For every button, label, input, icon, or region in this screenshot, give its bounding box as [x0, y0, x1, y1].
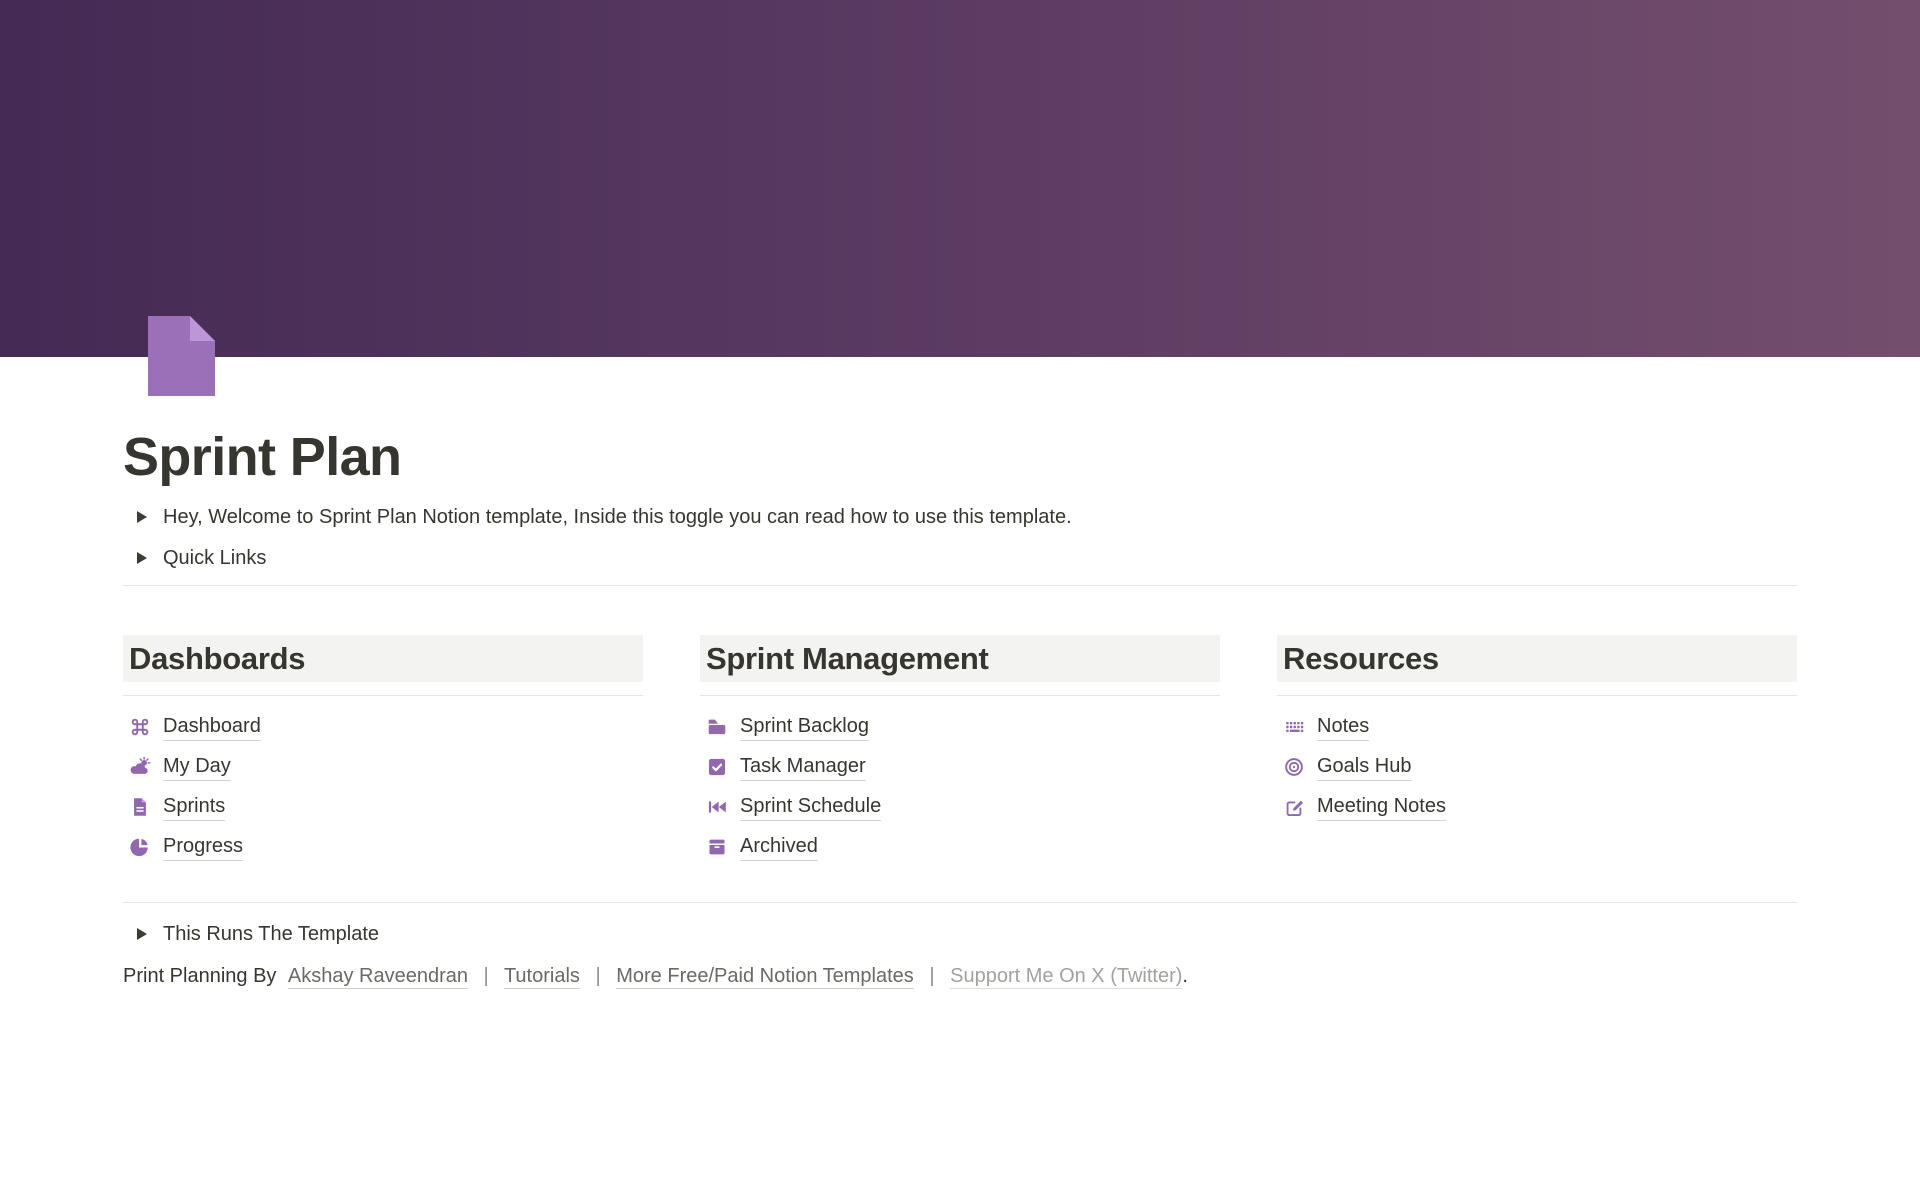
page-link-label: My Day	[163, 753, 231, 781]
footer-separator: |	[929, 965, 934, 987]
page-link-task-manager[interactable]: Task Manager	[700, 752, 1220, 782]
toggle-triangle-icon	[137, 511, 147, 523]
archive-icon	[706, 836, 728, 858]
toggle-runs-template-label: This Runs The Template	[163, 920, 379, 948]
rewind-icon	[706, 796, 728, 818]
column-dashboards: Dashboards Dashboard	[123, 635, 643, 872]
divider	[700, 695, 1220, 696]
folder-icon	[706, 716, 728, 738]
footer-link-templates[interactable]: More Free/Paid Notion Templates	[616, 965, 914, 989]
divider	[123, 695, 643, 696]
footer-suffix: .	[1182, 965, 1188, 987]
page-link-label: Progress	[163, 833, 243, 861]
notion-page: Sprint Plan Hey, Welcome to Sprint Plan …	[0, 0, 1920, 1199]
section-header-resources: Resources	[1277, 635, 1797, 682]
page-link-dashboard[interactable]: Dashboard	[123, 712, 643, 742]
toggle-welcome-label: Hey, Welcome to Sprint Plan Notion templ…	[163, 503, 1072, 531]
footer-separator: |	[484, 965, 489, 987]
page-title: Sprint Plan	[123, 357, 1797, 489]
page-link-label: Sprint Backlog	[740, 713, 869, 741]
page-content: Sprint Plan Hey, Welcome to Sprint Plan …	[0, 357, 1920, 1010]
command-icon	[129, 716, 151, 738]
divider	[123, 902, 1797, 903]
section-title: Dashboards	[129, 641, 305, 677]
page-link-label: Sprints	[163, 793, 225, 821]
toggle-runs-template[interactable]: This Runs The Template	[123, 920, 1797, 948]
footer-separator: |	[595, 965, 600, 987]
section-header-dashboards: Dashboards	[123, 635, 643, 682]
keyboard-icon	[1283, 716, 1305, 738]
page-link-label: Dashboard	[163, 713, 261, 741]
toggle-quick-links-label: Quick Links	[163, 544, 266, 572]
page-link-sprint-schedule[interactable]: Sprint Schedule	[700, 792, 1220, 822]
footer-link-twitter[interactable]: Support Me On X (Twitter)	[950, 965, 1182, 989]
sun-cloud-icon	[129, 756, 151, 778]
page-link-meeting-notes[interactable]: Meeting Notes	[1277, 792, 1797, 822]
page-link-my-day[interactable]: My Day	[123, 752, 643, 782]
toggle-triangle-icon	[137, 928, 147, 940]
section-title: Resources	[1283, 641, 1439, 677]
page-link-label: Goals Hub	[1317, 753, 1412, 781]
footer-link-tutorials[interactable]: Tutorials	[504, 965, 580, 989]
footer-prefix: Print Planning By	[123, 965, 276, 987]
column-resources: Resources Notes	[1277, 635, 1797, 872]
divider	[1277, 695, 1797, 696]
footer-link-author[interactable]: Akshay Raveendran	[288, 965, 468, 989]
divider	[123, 585, 1797, 586]
page-link-label: Task Manager	[740, 753, 866, 781]
toggle-quick-links[interactable]: Quick Links	[123, 544, 1797, 572]
page-link-sprint-backlog[interactable]: Sprint Backlog	[700, 712, 1220, 742]
toggle-triangle-icon	[137, 552, 147, 564]
page-link-label: Archived	[740, 833, 818, 861]
page-link-label: Sprint Schedule	[740, 793, 881, 821]
target-icon	[1283, 756, 1305, 778]
page-link-sprints[interactable]: Sprints	[123, 792, 643, 822]
page-link-label: Notes	[1317, 713, 1369, 741]
document-icon	[129, 796, 151, 818]
edit-icon	[1283, 796, 1305, 818]
section-title: Sprint Management	[706, 641, 989, 677]
link-columns: Dashboards Dashboard	[123, 635, 1797, 872]
column-sprint-management: Sprint Management Sprint Backlog	[700, 635, 1220, 872]
pie-chart-icon	[129, 836, 151, 858]
page-link-label: Meeting Notes	[1317, 793, 1446, 821]
page-link-goals-hub[interactable]: Goals Hub	[1277, 752, 1797, 782]
checkbox-icon	[706, 756, 728, 778]
section-header-sprint-management: Sprint Management	[700, 635, 1220, 682]
page-link-progress[interactable]: Progress	[123, 832, 643, 862]
toggle-welcome[interactable]: Hey, Welcome to Sprint Plan Notion templ…	[123, 503, 1797, 531]
cover-image[interactable]	[0, 0, 1920, 357]
page-link-notes[interactable]: Notes	[1277, 712, 1797, 742]
footer-credits: Print Planning By Akshay Raveendran | Tu…	[123, 962, 1797, 990]
page-link-archived[interactable]: Archived	[700, 832, 1220, 862]
